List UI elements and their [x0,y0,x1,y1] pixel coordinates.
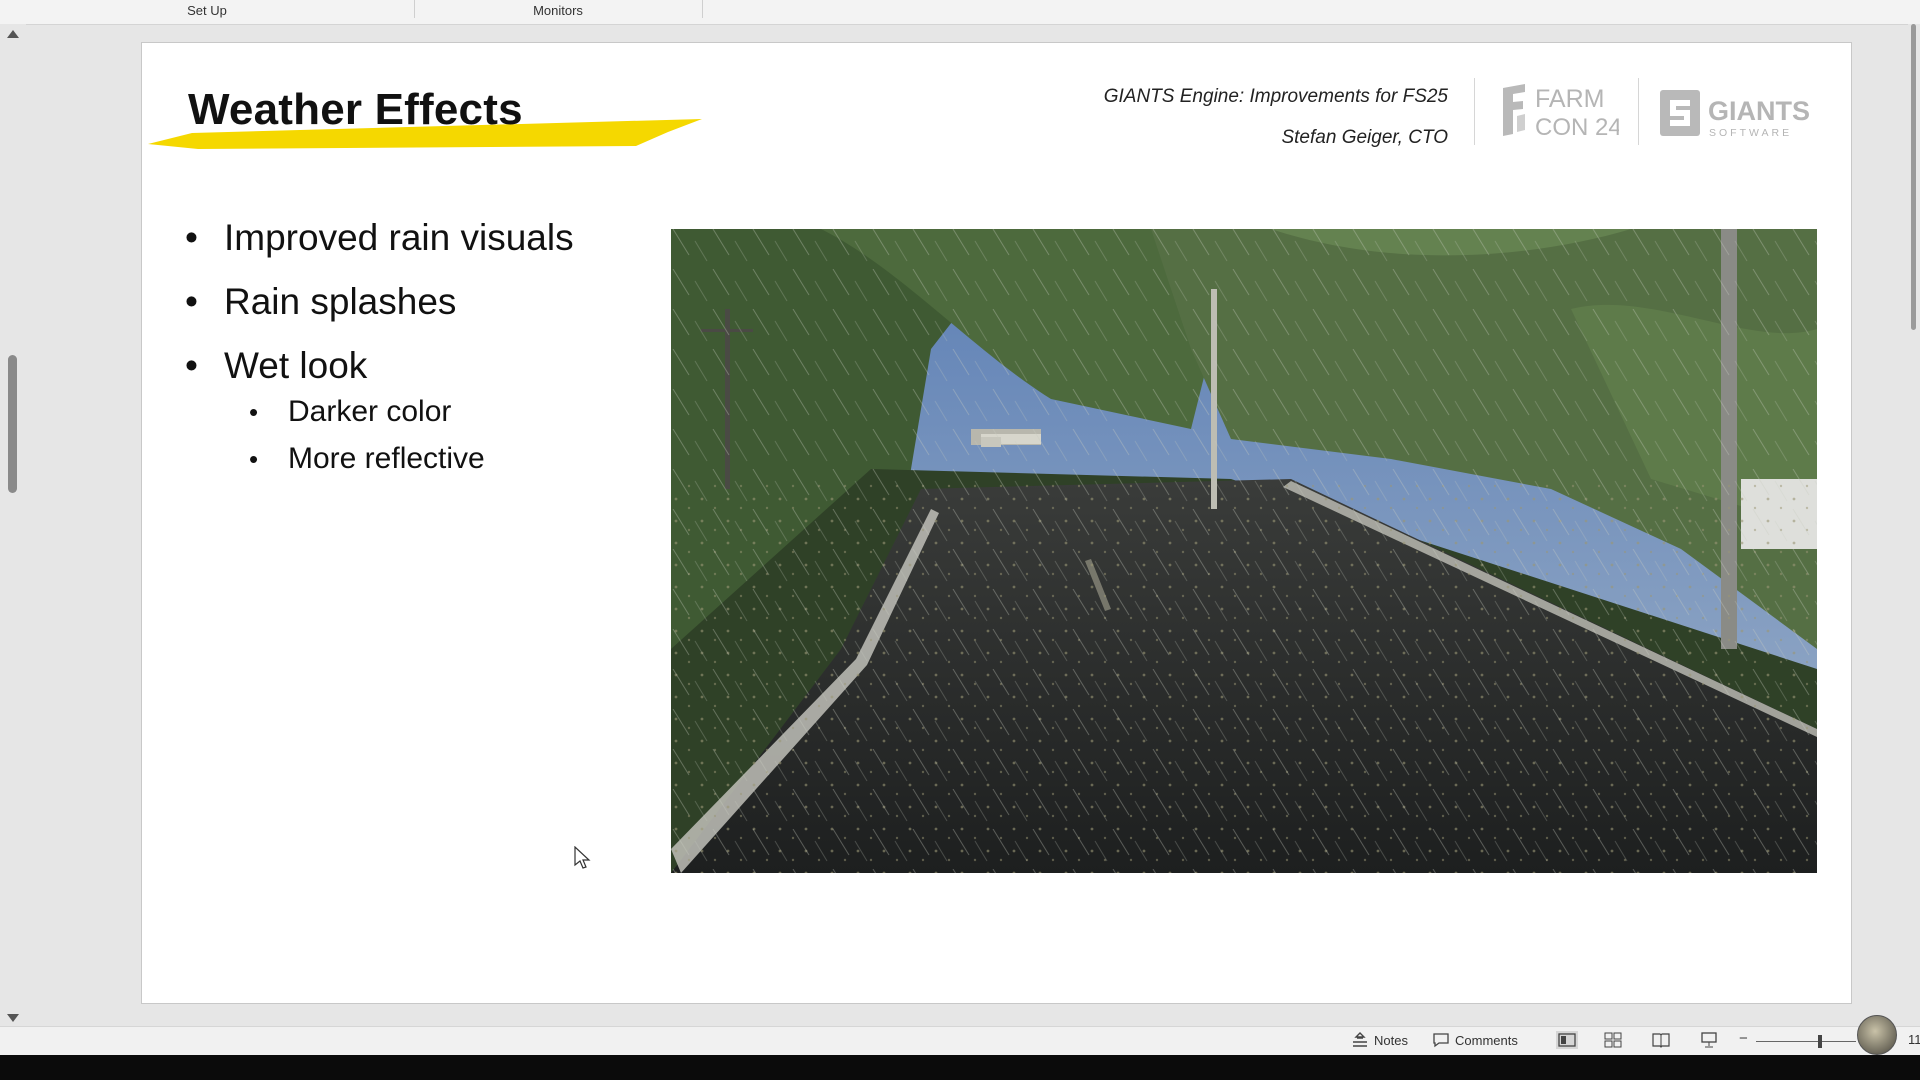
presenter-name[interactable]: Stefan Geiger, CTO [1281,127,1448,149]
slideshow-icon [1701,1032,1717,1048]
comment-icon [1433,1033,1449,1048]
bullet-text: Wet look [224,345,368,386]
ribbon-group-bar: Set Up Monitors [0,0,1920,25]
bullet-list[interactable]: • Improved rain visuals • Rain splashes • W… [185,214,574,486]
notes-button[interactable]: Notes [1351,1032,1408,1048]
notes-icon [1353,1032,1367,1047]
slide-title[interactable]: Weather Effects [188,85,523,135]
ribbon-group-monitors: Monitors [533,3,583,18]
presentation-subtitle[interactable]: GIANTS Engine: Improvements for FS25 [1104,86,1448,108]
mouse-cursor-icon [574,846,591,869]
bullet-item: • Rain splashes [185,278,574,342]
right-scrollbar[interactable] [1908,24,1920,1026]
sub-bullet-text: More reflective [288,442,485,475]
slideshow-button[interactable] [1699,1031,1719,1054]
comments-button[interactable]: Comments [1432,1032,1518,1048]
zoom-out-button[interactable]: − [1739,1030,1748,1047]
giants-logo-line1: GIANTS [1708,96,1810,126]
slide-canvas[interactable]: Weather Effects GIANTS Engine: Improveme… [141,42,1852,1004]
zoom-slider-thumb[interactable] [1818,1035,1822,1048]
bullet-dot: • [249,444,259,474]
normal-view-icon [1558,1033,1576,1047]
bullet-item: • Wet look [185,342,574,392]
farmcon-logo-line2: CON 24 [1535,114,1619,140]
scrollbar-thumb[interactable] [8,355,17,493]
zoom-slider-track[interactable] [1756,1041,1856,1042]
ribbon-group-setup: Set Up [187,3,227,18]
status-bar: Notes Comments − 11 [0,1026,1920,1055]
vertical-scrollbar[interactable] [0,24,26,1026]
bullet-text: Improved rain visuals [224,217,574,258]
scroll-up-icon[interactable] [7,30,19,38]
giants-logo-line2: SOFTWARE [1709,127,1792,139]
ribbon-divider [702,0,703,18]
comments-label: Comments [1455,1032,1518,1048]
giants-software-logo: GIANTS SOFTWARE [1660,90,1810,139]
header-divider [1638,78,1639,145]
sub-bullet-text: Darker color [288,395,452,428]
sub-bullet-item: • Darker color [185,392,574,439]
header-divider [1474,78,1475,145]
notes-label: Notes [1374,1032,1408,1048]
reading-view-button[interactable] [1651,1031,1671,1054]
sub-bullet-item: • More reflective [185,439,574,486]
slide-sorter-icon [1604,1032,1622,1048]
bullet-dot: • [185,345,198,386]
bullet-dot: • [185,281,198,322]
slide-sorter-button[interactable] [1603,1031,1623,1054]
bullet-text: Rain splashes [224,281,457,322]
rainy-road-image[interactable] [671,229,1817,873]
farmcon-logo-line1: FARM [1535,85,1604,113]
bottom-black-bar [0,1055,1920,1080]
reading-view-icon [1652,1033,1670,1048]
scroll-down-icon[interactable] [7,1014,19,1022]
zoom-level[interactable]: 11 [1908,1032,1920,1047]
bullet-dot: • [249,397,259,427]
farmcon-logo: FARM CON 24 [1503,84,1619,140]
normal-view-button[interactable] [1556,1031,1578,1049]
bullet-dot: • [185,217,198,258]
avatar [1857,1015,1897,1055]
bullet-item: • Improved rain visuals [185,214,574,278]
right-scrollbar-thumb[interactable] [1911,24,1916,330]
